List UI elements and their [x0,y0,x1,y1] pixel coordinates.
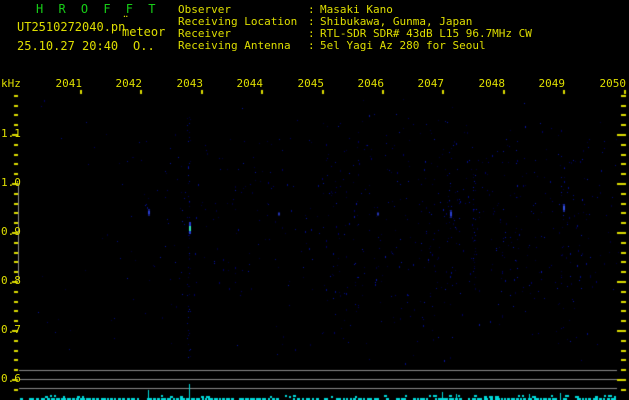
app-title: H R O F F T [36,2,160,16]
freq-axis-label: 0.9 [1,225,21,238]
info-label: Receiving Antenna [178,39,291,52]
hrofft-screen: H R O F F T UT2510272040.pn ¨ meteor 25.… [0,0,629,400]
frame-filename: UT2510272040.pn [17,20,126,34]
freq-axis-label: 1.1 [1,127,21,140]
time-axis-label: 2045 [297,77,325,90]
time-axis-label: 2048 [478,77,506,90]
spectrogram-canvas [0,0,629,400]
freq-axis-label: 0.7 [1,323,21,336]
info-colon: : [308,39,315,52]
time-axis-label: 2042 [115,77,143,90]
freq-axis-unit: kHz [1,77,21,90]
time-axis-label: 2046 [357,77,385,90]
station-name: meteor [122,25,166,39]
time-axis-label: 2049 [538,77,566,90]
freq-axis-label: 1.0 [1,176,21,189]
time-axis-label: 2047 [417,77,445,90]
frame-datetime: 25.10.27 20:40 [17,39,119,53]
time-axis-label: 2041 [55,77,83,90]
time-axis-label: 2043 [176,77,204,90]
status-indicator: O.. [133,39,155,53]
freq-axis-label: 0.6 [1,372,21,385]
freq-axis-label: 0.8 [1,274,21,287]
info-value: 5el Yagi Az 280 for Seoul [320,39,486,52]
time-axis-label: 2050 [599,77,627,90]
time-axis-label: 2044 [236,77,264,90]
